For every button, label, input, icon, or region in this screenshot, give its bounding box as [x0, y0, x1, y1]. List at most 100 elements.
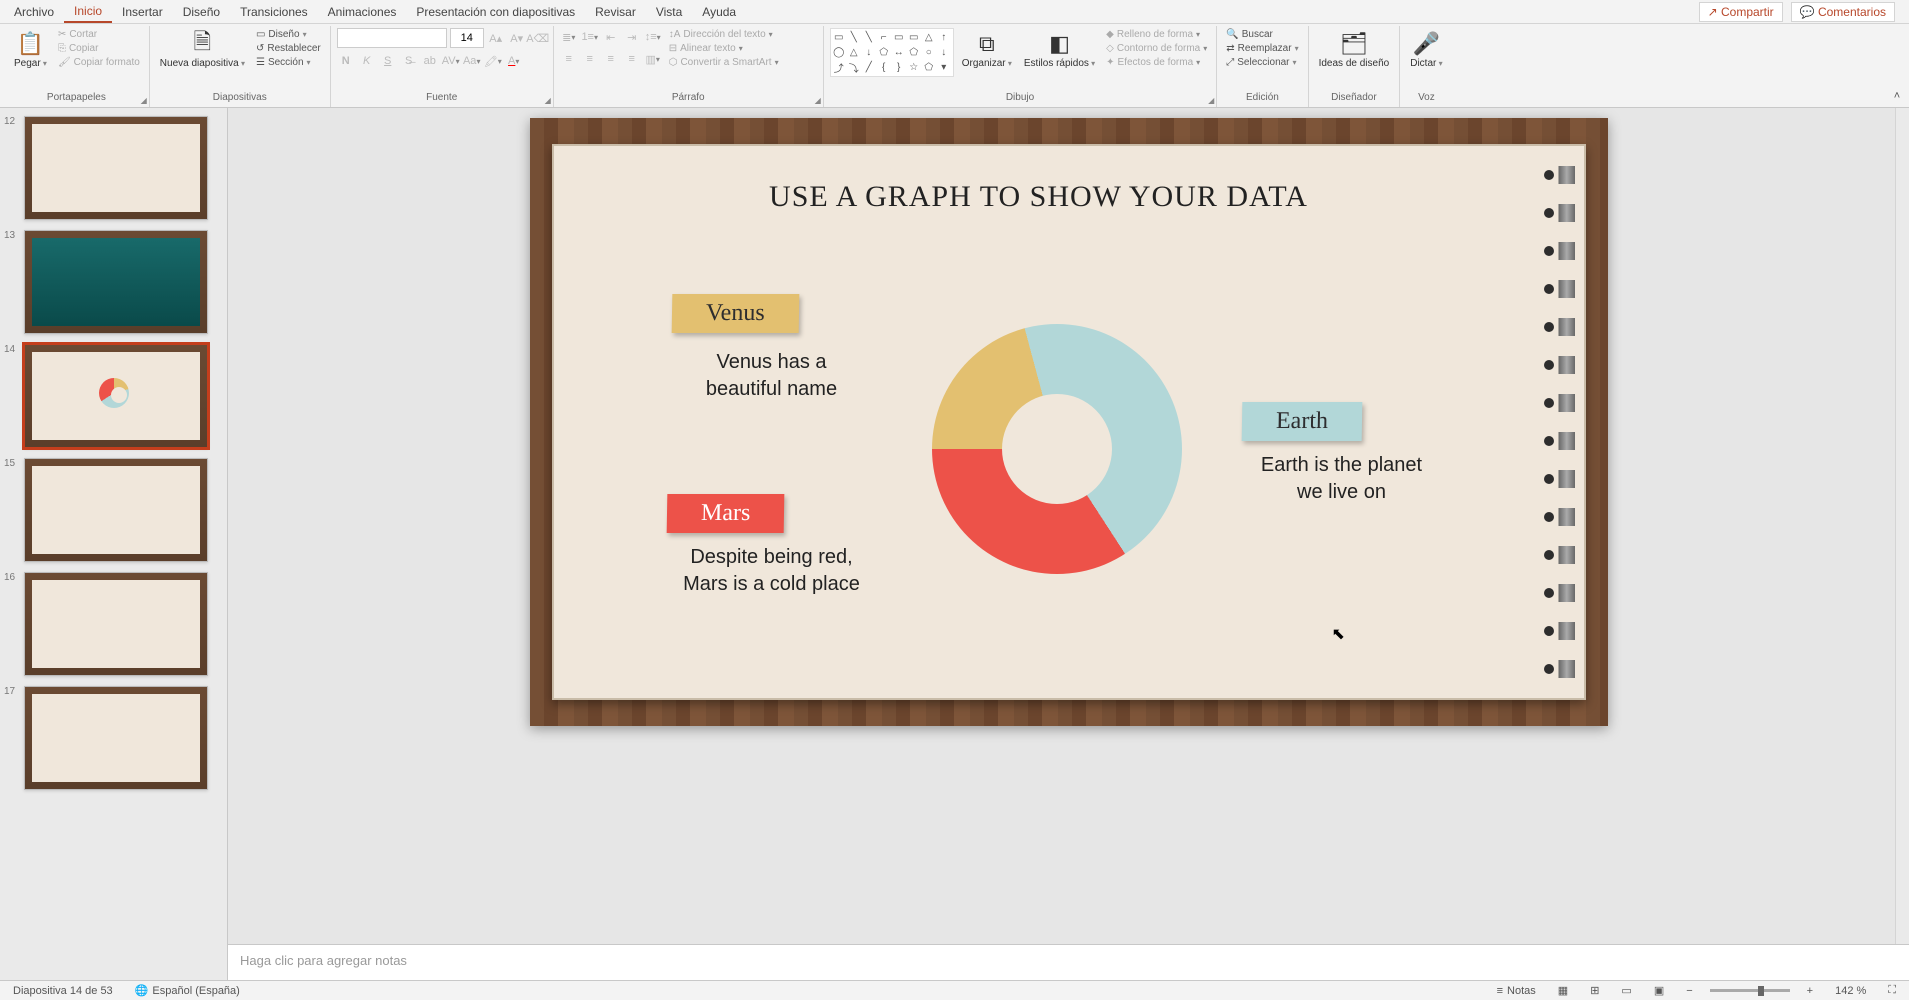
shape-item[interactable]: ▾: [938, 61, 950, 73]
shape-item[interactable]: ▭: [893, 31, 905, 43]
align-right-icon[interactable]: ≡: [602, 50, 620, 68]
shape-item[interactable]: ↔: [893, 46, 905, 58]
shrink-font-icon[interactable]: A▾: [508, 29, 526, 47]
thumbnail-15[interactable]: [24, 458, 208, 562]
view-normal-icon[interactable]: ▦: [1553, 984, 1573, 997]
thumbnail-12[interactable]: [24, 116, 208, 220]
tab-view[interactable]: Vista: [646, 2, 692, 22]
caption-mars[interactable]: Despite being red, Mars is a cold place: [652, 544, 892, 598]
clipboard-dialog-launcher[interactable]: ◢: [141, 96, 147, 105]
layout-button[interactable]: ▭Diseño: [253, 28, 324, 41]
caption-venus[interactable]: Venus has a beautiful name: [662, 349, 882, 403]
font-size-input[interactable]: [450, 28, 484, 48]
align-left-icon[interactable]: ≡: [560, 50, 578, 68]
slide-editor[interactable]: USE A GRAPH TO SHOW YOUR DATA Venus Venu…: [530, 118, 1608, 726]
shape-item[interactable]: ↑: [938, 31, 950, 43]
view-reading-icon[interactable]: ▭: [1616, 984, 1636, 997]
tab-help[interactable]: Ayuda: [692, 2, 746, 22]
tab-insert[interactable]: Insertar: [112, 2, 173, 22]
copy-button[interactable]: ⎘Copiar: [55, 42, 143, 55]
align-center-icon[interactable]: ≡: [581, 50, 599, 68]
shape-item[interactable]: △: [923, 31, 935, 43]
shadow-icon[interactable]: ab: [421, 52, 439, 70]
tape-earth[interactable]: Earth: [1241, 402, 1362, 441]
thumbnail-16[interactable]: [24, 572, 208, 676]
view-sorter-icon[interactable]: ⊞: [1585, 984, 1604, 997]
replace-button[interactable]: ⇄Reemplazar: [1223, 42, 1301, 55]
drawing-dialog-launcher[interactable]: ◢: [1208, 96, 1214, 105]
tape-venus[interactable]: Venus: [671, 294, 798, 333]
slide-thumbnail-panel[interactable]: 12 13 14 15 16 17: [0, 108, 228, 980]
italic-icon[interactable]: K: [358, 52, 376, 70]
status-slide-count[interactable]: Diapositiva 14 de 53: [8, 985, 118, 997]
bullets-icon[interactable]: ≣: [560, 28, 578, 46]
design-ideas-button[interactable]: 🗂 Ideas de diseño: [1315, 28, 1394, 71]
comments-button[interactable]: 💬 Comentarios: [1791, 2, 1895, 22]
shape-item[interactable]: ☆: [908, 61, 920, 73]
thumbnail-13[interactable]: [24, 230, 208, 334]
shape-item[interactable]: ⤴: [833, 61, 845, 73]
smartart-button[interactable]: ⬡Convertir a SmartArt: [666, 56, 782, 69]
shape-item[interactable]: ⌐: [878, 31, 890, 43]
shape-item[interactable]: ▭: [908, 31, 920, 43]
slide-title[interactable]: USE A GRAPH TO SHOW YOUR DATA: [552, 180, 1526, 214]
shape-item[interactable]: ⬠: [908, 46, 920, 58]
shape-item[interactable]: }: [893, 61, 905, 73]
zoom-in-button[interactable]: +: [1802, 985, 1818, 997]
shape-item[interactable]: ◯: [833, 46, 845, 58]
slide-canvas-area[interactable]: USE A GRAPH TO SHOW YOUR DATA Venus Venu…: [228, 108, 1909, 944]
tab-transitions[interactable]: Transiciones: [230, 2, 318, 22]
text-direction-button[interactable]: ↕ADirección del texto: [666, 28, 782, 41]
thumbnail-wrap-16[interactable]: 16: [0, 568, 227, 682]
strike-icon[interactable]: S̶: [400, 52, 418, 70]
shape-item[interactable]: ⤵: [848, 61, 860, 73]
shape-item[interactable]: ⬠: [923, 61, 935, 73]
status-notes-button[interactable]: ≡Notas: [1492, 985, 1541, 997]
case-icon[interactable]: Aa: [463, 52, 481, 70]
dictate-button[interactable]: 🎤 Dictar: [1406, 28, 1446, 71]
grow-font-icon[interactable]: A▴: [487, 29, 505, 47]
shapes-gallery[interactable]: ▭╲╲⌐▭▭△↑ ◯△↓⬠↔⬠○↓ ⤴⤵╱{}☆⬠▾: [830, 28, 954, 77]
thumbnail-wrap-14[interactable]: 14: [0, 340, 227, 454]
new-slide-button[interactable]: 🗎 Nueva diapositiva: [156, 28, 249, 71]
thumbnail-wrap-15[interactable]: 15: [0, 454, 227, 568]
font-color-icon[interactable]: A: [505, 52, 523, 70]
zoom-level[interactable]: 142 %: [1830, 985, 1871, 997]
shape-item[interactable]: ╱: [863, 61, 875, 73]
status-language[interactable]: 🌐Español (España): [130, 984, 245, 997]
shape-fill-button[interactable]: ◆Relleno de forma: [1103, 28, 1210, 41]
thumbnail-wrap-13[interactable]: 13: [0, 226, 227, 340]
zoom-out-button[interactable]: −: [1681, 985, 1697, 997]
arrange-button[interactable]: ⧉ Organizar: [958, 28, 1016, 71]
tab-design[interactable]: Diseño: [173, 2, 230, 22]
zoom-slider[interactable]: [1710, 989, 1790, 992]
tab-slideshow[interactable]: Presentación con diapositivas: [406, 2, 585, 22]
section-button[interactable]: ☰Sección: [253, 56, 324, 69]
collapse-ribbon-icon[interactable]: ˄: [1889, 87, 1905, 105]
numbering-icon[interactable]: 1≡: [581, 28, 599, 46]
tab-animations[interactable]: Animaciones: [318, 2, 407, 22]
highlight-icon[interactable]: 🖍: [484, 52, 502, 70]
shape-item[interactable]: ⬠: [878, 46, 890, 58]
outdent-icon[interactable]: ⇤: [602, 28, 620, 46]
align-text-button[interactable]: ⊟Alinear texto: [666, 42, 782, 55]
select-button[interactable]: ⤢Seleccionar: [1223, 56, 1301, 69]
justify-icon[interactable]: ≡: [623, 50, 641, 68]
donut-chart[interactable]: [932, 324, 1182, 574]
paste-button[interactable]: 📋 Pegar: [10, 28, 51, 71]
shape-item[interactable]: {: [878, 61, 890, 73]
cut-button[interactable]: ✂Cortar: [55, 28, 143, 41]
paragraph-dialog-launcher[interactable]: ◢: [815, 96, 821, 105]
shape-effects-button[interactable]: ✦Efectos de forma: [1103, 56, 1210, 69]
shape-item[interactable]: △: [848, 46, 860, 58]
zoom-slider-thumb[interactable]: [1758, 986, 1764, 996]
shape-item[interactable]: ▭: [833, 31, 845, 43]
vertical-scrollbar[interactable]: [1895, 108, 1909, 944]
columns-icon[interactable]: ▥: [644, 50, 662, 68]
bold-icon[interactable]: N: [337, 52, 355, 70]
shape-item[interactable]: ○: [923, 46, 935, 58]
underline-icon[interactable]: S: [379, 52, 397, 70]
shape-item[interactable]: ↓: [863, 46, 875, 58]
tape-mars[interactable]: Mars: [666, 494, 784, 533]
view-slideshow-icon[interactable]: ▣: [1649, 984, 1669, 997]
